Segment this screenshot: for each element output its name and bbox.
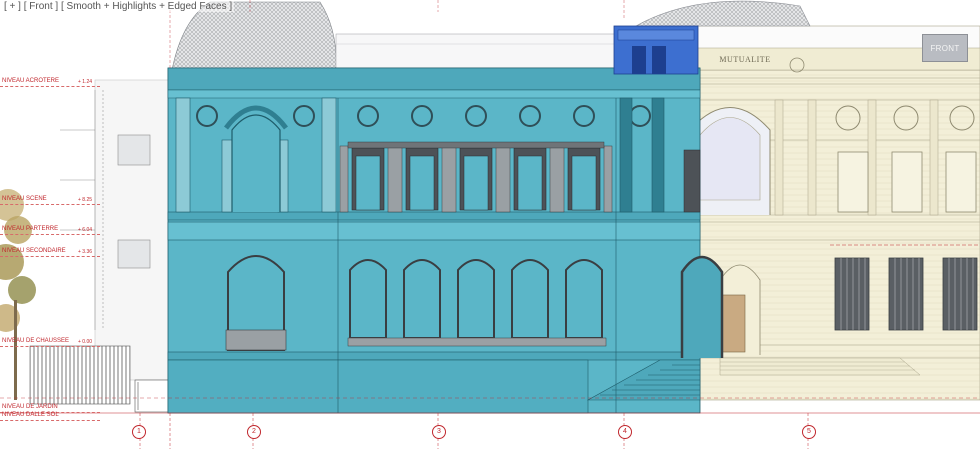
grid-axis-bubble: 4 xyxy=(618,425,632,439)
level-label: NIVEAU ACROTERE xyxy=(2,78,60,84)
level-label: NIVEAU DALLE SOL xyxy=(2,412,59,418)
level-line xyxy=(0,256,100,257)
grid-axis-bubble: 2 xyxy=(247,425,261,439)
grid-axis-bubble: 5 xyxy=(802,425,816,439)
selected-facade[interactable] xyxy=(167,1,724,414)
upper-window-row xyxy=(339,141,613,213)
viewport-label[interactable]: [ + ] [ Front ] [ Smooth + Highlights + … xyxy=(2,1,235,12)
level-line xyxy=(0,86,100,87)
elevation-drawing[interactable] xyxy=(0,0,980,449)
level-elevation: + 6.04 xyxy=(78,227,93,233)
grid-axis-bubble: 1 xyxy=(132,425,146,439)
level-elevation: + 3.36 xyxy=(78,249,93,255)
fence xyxy=(29,345,131,405)
front-viewport[interactable]: [ + ] [ Front ] [ Smooth + Highlights + … xyxy=(0,0,980,449)
level-label: NIVEAU SCENE xyxy=(2,196,47,202)
level-elevation: + 8.25 xyxy=(78,197,93,203)
level-label: NIVEAU DE CHAUSSEE xyxy=(2,338,70,344)
level-label: NIVEAU SECONDAIRE xyxy=(2,248,66,254)
level-line xyxy=(0,204,100,205)
level-elevation: + 0.00 xyxy=(78,339,93,345)
level-label: NIVEAU DE JARDIN xyxy=(2,404,58,410)
neighbour-building xyxy=(94,79,171,381)
facade-inscription: MUTUALITE xyxy=(719,55,771,64)
level-line xyxy=(0,234,100,235)
level-elevation: + 1.24 xyxy=(78,79,93,85)
grid-axis-bubble: 3 xyxy=(432,425,446,439)
view-gizmo[interactable]: FRONT xyxy=(922,34,968,62)
level-line xyxy=(0,346,100,347)
level-label: NIVEAU PARTERRE xyxy=(2,226,59,232)
level-line xyxy=(0,420,100,421)
